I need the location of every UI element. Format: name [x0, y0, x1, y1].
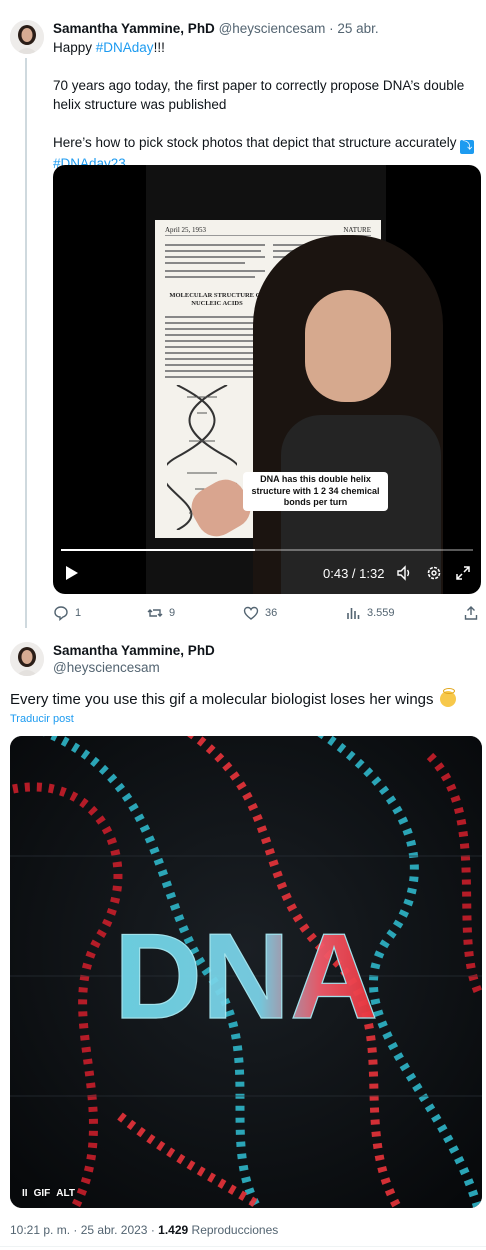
anniversary-paragraph: 70 years ago today, the first paper to c… — [53, 78, 465, 112]
share-icon — [464, 606, 478, 620]
author-name-2[interactable]: Samantha Yammine, PhD — [53, 642, 215, 659]
gif-label: GIF — [33, 1188, 51, 1199]
greeting-text: Happy — [53, 40, 96, 55]
volume-button[interactable] — [396, 565, 412, 581]
avatar-portrait-icon — [10, 20, 44, 54]
play-icon — [66, 566, 78, 580]
meta-separator-2: · — [150, 1223, 155, 1237]
post-date[interactable]: 25 abr. 2023 — [81, 1223, 148, 1237]
dna-word: DNA — [114, 908, 378, 1044]
paper-journal: NATURE — [343, 226, 371, 234]
settings-button[interactable] — [426, 565, 442, 581]
thread-connector — [25, 58, 27, 628]
hashtag-dnaday[interactable]: #DNAday — [96, 40, 154, 55]
author-name[interactable]: Samantha Yammine, PhD — [53, 21, 215, 36]
tweet-header: Samantha Yammine, PhD @heysciencesam · 2… — [53, 20, 379, 37]
view-count: 1.429 — [158, 1223, 189, 1237]
share-button[interactable] — [463, 603, 479, 623]
fullscreen-button[interactable] — [455, 565, 471, 581]
tweet-meta: 10:21 p. m. · 25 abr. 2023 · 1.429 Repro… — [10, 1222, 278, 1238]
author-handle-2[interactable]: @heysciencesam — [53, 659, 160, 676]
repost-count: 9 — [169, 607, 176, 619]
like-button[interactable]: 36 — [243, 603, 277, 623]
angel-emoji-icon — [439, 688, 456, 707]
presenter-face — [305, 290, 391, 402]
tweet2-body: Every time you use this gif a molecular … — [10, 691, 434, 708]
author-avatar[interactable] — [10, 20, 44, 54]
tweet-text-2: Every time you use this gif a molecular … — [10, 688, 456, 710]
gif-media[interactable]: DNA II GIF ALT — [10, 736, 482, 1208]
author-avatar-2[interactable] — [10, 642, 44, 676]
video-player[interactable]: April 25, 1953 NATURE MOLECULAR STRUCTURE… — [53, 165, 481, 594]
video-progress-bar[interactable] — [61, 549, 473, 551]
arrow-down-emoji-icon: ⤵ — [460, 140, 475, 154]
views-button[interactable]: 3.559 — [345, 603, 395, 623]
views-count: 3.559 — [367, 607, 395, 619]
translate-post-link[interactable]: Traducir post — [10, 712, 74, 726]
video-time: 0:43 / 1:32 — [323, 566, 385, 581]
gif-badges: II GIF ALT — [22, 1188, 75, 1199]
divider — [0, 1246, 486, 1247]
stock-photo-paragraph: Here’s how to pick stock photos that dep… — [53, 135, 457, 150]
play-button[interactable] — [65, 565, 79, 581]
views-label: Reproducciones — [191, 1223, 279, 1237]
reply-count: 1 — [75, 607, 82, 619]
heart-icon — [243, 606, 259, 620]
like-count: 36 — [265, 607, 278, 619]
video-progress-fill — [61, 549, 255, 551]
header-separator: · — [329, 21, 334, 36]
paper-title: MOLECULAR STRUCTURE OF NUCLEIC ACIDS — [169, 292, 265, 307]
dna-gif-image: DNA — [10, 736, 482, 1208]
reply-icon — [54, 606, 68, 621]
analytics-bars-icon — [347, 608, 360, 619]
avatar-portrait-icon — [10, 642, 44, 676]
reply-button[interactable]: 1 — [53, 603, 81, 623]
repost-button[interactable]: 9 — [147, 603, 175, 623]
author-handle[interactable]: @heysciencesam — [219, 21, 326, 36]
paper-date: April 25, 1953 — [165, 226, 207, 234]
expand-icon — [456, 566, 470, 580]
meta-separator: · — [73, 1223, 78, 1237]
greeting-suffix: !!! — [153, 40, 165, 55]
tweet-date[interactable]: 25 abr. — [337, 21, 378, 36]
video-caption: DNA has this double helix structure with… — [243, 472, 388, 511]
volume-icon — [397, 565, 410, 581]
tweet-text: Happy #DNAday!!! 70 years ago today, the… — [53, 38, 481, 173]
gear-icon — [427, 566, 441, 580]
gif-pause-button[interactable]: II — [22, 1188, 28, 1199]
post-time[interactable]: 10:21 p. m. — [10, 1223, 70, 1237]
tweet-actions: 1 9 36 3.559 — [53, 603, 481, 623]
alt-badge[interactable]: ALT — [56, 1188, 75, 1199]
repost-icon — [147, 609, 163, 617]
